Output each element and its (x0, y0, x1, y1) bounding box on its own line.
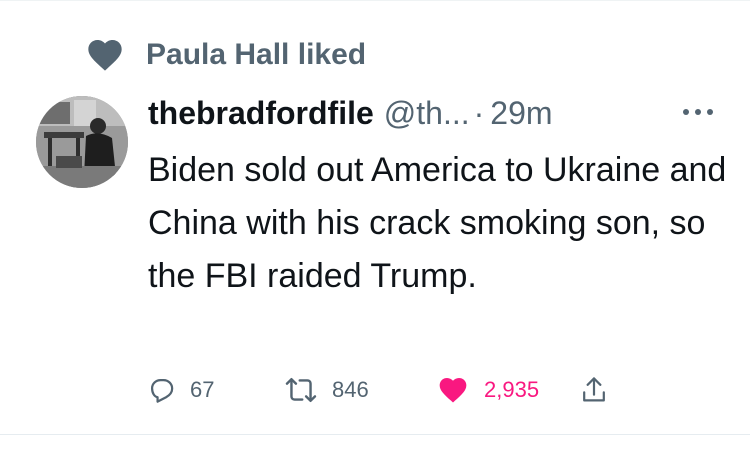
more-options-icon[interactable] (680, 104, 716, 120)
tweet-text: Biden sold out America to Ukraine and Ch… (148, 151, 727, 295)
bottom-divider (0, 434, 750, 435)
heart-icon (88, 40, 122, 71)
avatar[interactable] (36, 96, 128, 188)
social-context[interactable]: Paula Hall liked (84, 34, 366, 76)
share-button[interactable] (580, 368, 608, 412)
share-icon (583, 377, 605, 402)
separator-dot: · (473, 94, 485, 131)
user-handle[interactable]: @th... (384, 95, 470, 132)
display-name[interactable]: thebradfordfile (148, 95, 374, 132)
timestamp[interactable]: 29m (490, 95, 552, 132)
tweet-header: thebradfordfile @th... · 29m (148, 90, 553, 136)
retweet-count: 846 (332, 377, 369, 402)
retweet-button[interactable]: 846 (284, 368, 369, 412)
heart-filled-icon (439, 378, 467, 403)
action-bar: 67 846 2,935 (0, 368, 750, 412)
reply-icon (150, 378, 174, 403)
social-context-text: Paula Hall liked (146, 38, 367, 71)
avatar-photo (36, 96, 128, 188)
retweet-icon (285, 377, 317, 403)
like-button[interactable]: 2,935 (436, 368, 539, 412)
reply-button[interactable]: 67 (148, 368, 214, 412)
reply-count: 67 (190, 377, 215, 402)
like-count: 2,935 (484, 377, 540, 402)
top-divider (0, 0, 750, 1)
